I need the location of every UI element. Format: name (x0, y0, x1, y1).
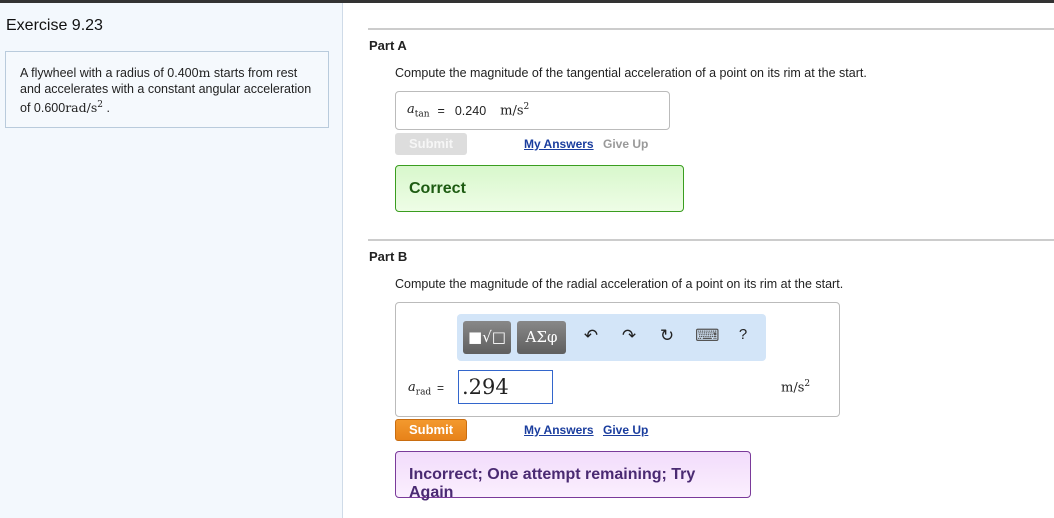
answer-input[interactable]: .294 (458, 370, 553, 404)
part-b-submit-button[interactable]: Submit (395, 419, 467, 441)
templates-button[interactable]: ■√□ (463, 321, 511, 354)
unit: m/s2 (781, 379, 811, 396)
part-b-title: Part B (369, 249, 408, 264)
part-b-give-up-link[interactable]: Give Up (603, 423, 648, 437)
math-toolbar: ■√□ ΑΣφ ↶ ↷ ↻ ⌨ ? (457, 314, 766, 361)
variable: atan (407, 101, 430, 120)
correct-feedback: Correct (395, 165, 684, 212)
part-a-title: Part A (369, 38, 407, 53)
divider (368, 239, 1054, 241)
divider (368, 28, 1054, 30)
equals: = (437, 103, 445, 118)
problem-statement: A flywheel with a radius of 0.400m start… (5, 51, 329, 128)
math-editor: ■√□ ΑΣφ ↶ ↷ ↻ ⌨ ? arad = .294 m/s2 (395, 302, 840, 417)
redo-icon[interactable]: ↷ (618, 326, 640, 346)
part-a-my-answers-link[interactable]: My Answers (524, 137, 594, 151)
unit: m (198, 65, 211, 80)
symbols-button[interactable]: ΑΣφ (517, 321, 566, 354)
exercise-title: Exercise 9.23 (6, 17, 103, 34)
problem-text: A flywheel with a radius of 0.400 (20, 66, 199, 80)
incorrect-feedback: Incorrect; One attempt remaining; Try Ag… (395, 451, 751, 501)
problem-sidebar: Exercise 9.23 A flywheel with a radius o… (0, 3, 343, 518)
reset-icon[interactable]: ↻ (656, 326, 678, 346)
part-b-my-answers-link[interactable]: My Answers (524, 423, 594, 437)
unit: m/s2 (500, 102, 530, 119)
unit: rad/s (65, 100, 98, 116)
equals: = (437, 381, 445, 395)
variable: arad (408, 380, 432, 398)
part-a-answer: atan = 0.240 m/s2 (395, 91, 670, 130)
keyboard-icon[interactable]: ⌨ (695, 326, 720, 346)
undo-icon[interactable]: ↶ (580, 326, 602, 346)
part-b-question: Compute the magnitude of the radial acce… (395, 277, 844, 291)
problem-text: . (102, 101, 110, 116)
help-icon[interactable]: ? (732, 326, 754, 343)
part-a-give-up-link: Give Up (603, 137, 649, 151)
part-a-question: Compute the magnitude of the tangential … (395, 66, 867, 80)
part-a-submit-button: Submit (395, 133, 467, 155)
answer-value: 0.240 (454, 103, 487, 118)
